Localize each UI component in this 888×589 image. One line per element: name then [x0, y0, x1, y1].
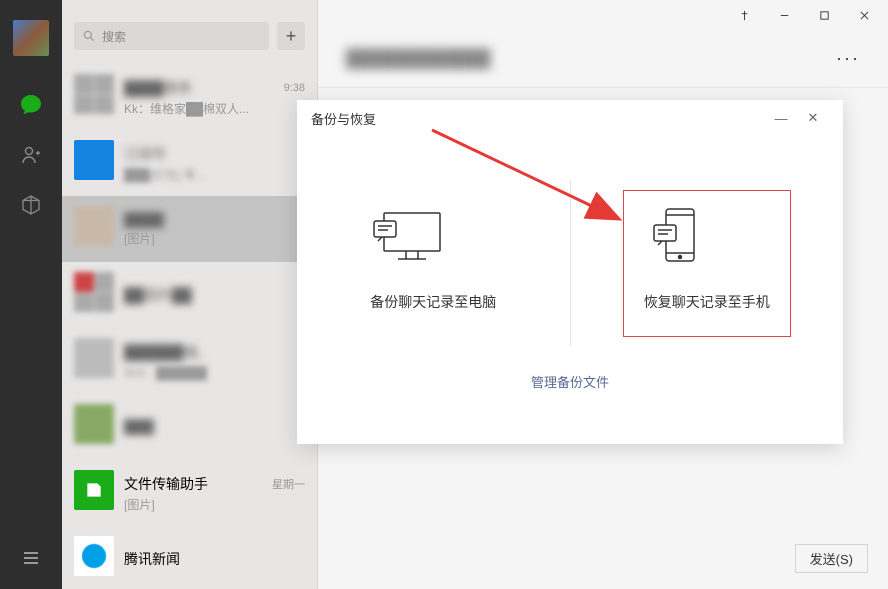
manage-backup-link[interactable]: 管理备份文件 — [531, 375, 609, 390]
chat-preview: [图片] — [124, 496, 305, 513]
chat-title: ██国外██ — [124, 285, 192, 305]
window-titlebar — [318, 0, 888, 30]
conversation-title: ████████████ — [346, 49, 491, 69]
chat-item[interactable]: 订阅号 ███[红包] 零... — [62, 130, 317, 196]
dialog-minimize-button[interactable]: — — [765, 105, 797, 131]
phone-icon — [644, 203, 770, 272]
chat-tab-icon[interactable] — [18, 92, 44, 118]
chat-item[interactable]: ██国外██ — [62, 262, 317, 328]
chat-title: ████ — [124, 212, 164, 228]
chat-item[interactable]: ███ — [62, 394, 317, 460]
chat-title: 文件传输助手 — [124, 474, 208, 494]
collections-tab-icon[interactable] — [18, 192, 44, 218]
user-avatar[interactable] — [13, 20, 49, 56]
search-placeholder: 搜索 — [102, 28, 126, 45]
close-button[interactable] — [844, 1, 884, 29]
dialog-close-button[interactable]: ✕ — [797, 105, 829, 131]
pin-button[interactable] — [724, 1, 764, 29]
chat-item[interactable]: ██████福.. 003：██████ — [62, 328, 317, 394]
restore-to-phone-option[interactable]: 恢复聊天记录至手机 — [571, 160, 844, 366]
chat-preview: [图片] — [124, 230, 305, 247]
dialog-title: 备份与恢复 — [311, 109, 376, 128]
minimize-button[interactable] — [764, 1, 804, 29]
backup-label: 备份聊天记录至电脑 — [370, 292, 496, 312]
more-icon[interactable]: ··· — [836, 48, 860, 69]
chat-title: ███ — [124, 419, 154, 435]
chat-title: 订阅号 — [124, 144, 166, 164]
chat-item[interactable]: ████惠券 9:38 Kk：维格家██棉双人... — [62, 64, 317, 130]
monitor-icon — [370, 203, 496, 272]
chat-title: ████惠券 — [124, 78, 192, 98]
chat-title: ██████福.. — [124, 342, 205, 362]
chat-title: 腾讯新闻 — [124, 549, 180, 569]
maximize-button[interactable] — [804, 1, 844, 29]
chat-preview: ███[红包] 零... — [124, 166, 305, 183]
restore-label: 恢复聊天记录至手机 — [644, 292, 770, 312]
tencent-news-icon — [74, 536, 114, 576]
chat-preview: Kk：维格家██棉双人... — [124, 100, 305, 117]
send-button[interactable]: 发送(S) — [795, 544, 868, 573]
backup-restore-dialog: 备份与恢复 — ✕ 备份聊天记录至电脑 — [297, 100, 843, 444]
contacts-tab-icon[interactable] — [18, 142, 44, 168]
chat-item[interactable]: ████ [图片] — [62, 196, 317, 262]
chat-item[interactable]: 文件传输助手 星期一 [图片] — [62, 460, 317, 526]
search-input[interactable]: 搜索 — [74, 22, 269, 50]
add-button[interactable]: + — [277, 22, 305, 50]
file-transfer-icon — [74, 470, 114, 510]
chat-list: 搜索 + ████惠券 9:38 Kk：维格家██棉双人... 订阅号 ███[红… — [62, 0, 318, 589]
chat-preview: 003：██████ — [124, 364, 305, 381]
nav-rail — [0, 0, 62, 589]
chat-time: 9:38 — [284, 82, 305, 94]
menu-icon[interactable] — [18, 545, 44, 571]
backup-to-pc-option[interactable]: 备份聊天记录至电脑 — [297, 160, 570, 366]
chat-time: 星期一 — [272, 476, 305, 492]
chat-item[interactable]: 腾讯新闻 — [62, 526, 317, 589]
